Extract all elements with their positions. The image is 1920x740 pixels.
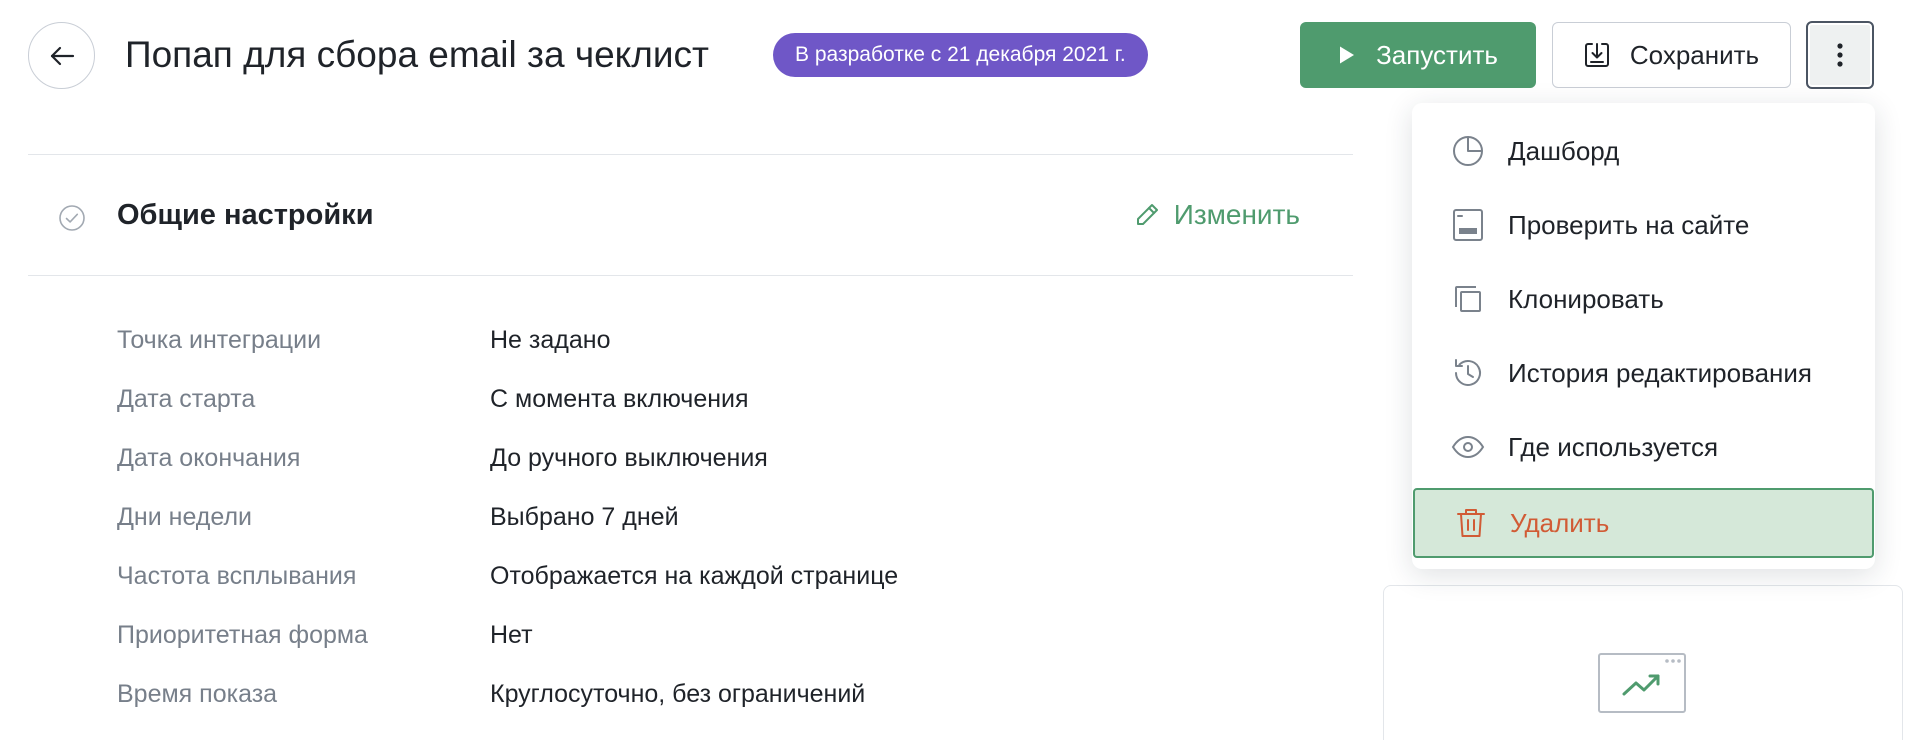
run-button-label: Запустить — [1376, 39, 1498, 70]
menu-item-label: Проверить на сайте — [1508, 209, 1750, 240]
check-circle-icon — [59, 205, 85, 231]
pie-chart-icon — [1451, 134, 1485, 168]
browser-preview-icon — [1451, 208, 1485, 242]
settings-value: Нет — [490, 621, 533, 649]
menu-item-clone[interactable]: Клонировать — [1412, 264, 1875, 334]
menu-item-label: Удалить — [1510, 507, 1610, 538]
menu-item-label: Где используется — [1508, 431, 1719, 462]
back-button[interactable] — [28, 22, 95, 89]
arrow-left-icon — [50, 46, 74, 65]
settings-value: Круглосуточно, без ограничений — [490, 680, 866, 708]
history-icon — [1451, 356, 1485, 390]
actions-dropdown-menu: Дашборд Проверить на сайте Клонировать Исто… — [1412, 103, 1875, 569]
menu-item-edit-history[interactable]: История редактирования — [1412, 338, 1875, 408]
settings-value: До ручного выключения — [490, 444, 768, 472]
edit-settings-label: Изменить — [1173, 199, 1300, 230]
settings-row: Дата старта С момента включения — [117, 381, 898, 440]
trend-chart-icon — [1598, 653, 1686, 713]
menu-item-label: История редактирования — [1508, 357, 1812, 388]
menu-item-check-on-site[interactable]: Проверить на сайте — [1412, 190, 1875, 260]
settings-row: Частота всплывания Отображается на каждо… — [117, 558, 898, 617]
menu-item-delete[interactable]: Удалить — [1413, 488, 1874, 558]
more-vertical-icon — [1837, 43, 1843, 67]
settings-value: Выбрано 7 дней — [490, 503, 679, 531]
settings-label: Дата окончания — [117, 444, 301, 472]
settings-row: Точка интеграции Не задано — [117, 322, 898, 381]
settings-row: Приоритетная форма Нет — [117, 617, 898, 676]
settings-value: С момента включения — [490, 385, 749, 413]
settings-label: Частота всплывания — [117, 562, 357, 590]
settings-row: Дата окончания До ручного выключения — [117, 440, 898, 499]
settings-value: Не задано — [490, 326, 611, 354]
run-button[interactable]: Запустить — [1300, 22, 1536, 88]
menu-item-label: Клонировать — [1508, 283, 1664, 314]
copy-icon — [1451, 282, 1485, 316]
page-title: Попап для сбора email за чеклист — [125, 34, 709, 75]
play-icon — [1340, 46, 1355, 64]
settings-list: Точка интеграции Не задано Дата старта С… — [117, 322, 898, 735]
settings-row: Время показа Круглосуточно, без ограниче… — [117, 676, 898, 735]
settings-label: Точка интеграции — [117, 326, 322, 354]
trash-icon — [1454, 506, 1488, 540]
divider-section — [28, 275, 1353, 276]
statistics-preview-card — [1383, 585, 1903, 740]
settings-label: Дата старта — [117, 385, 256, 413]
settings-label: Приоритетная форма — [117, 621, 368, 649]
eye-icon — [1451, 430, 1485, 464]
pencil-icon — [1136, 204, 1158, 225]
settings-row: Дни недели Выбрано 7 дней — [117, 499, 898, 558]
status-badge: В разработке с 21 декабря 2021 г. — [773, 33, 1148, 77]
settings-label: Время показа — [117, 680, 278, 708]
section-title: Общие настройки — [117, 199, 374, 231]
divider-top — [28, 154, 1353, 155]
menu-item-dashboard[interactable]: Дашборд — [1412, 116, 1875, 186]
save-button-label: Сохранить — [1629, 39, 1760, 70]
save-icon — [1584, 43, 1609, 67]
save-button[interactable]: Сохранить — [1552, 22, 1791, 88]
settings-label: Дни недели — [117, 503, 253, 531]
more-actions-button[interactable] — [1806, 21, 1874, 89]
menu-item-where-used[interactable]: Где используется — [1412, 412, 1875, 482]
edit-settings-link[interactable]: Изменить — [1134, 199, 1300, 231]
settings-value: Отображается на каждой странице — [490, 562, 899, 590]
menu-item-label: Дашборд — [1508, 135, 1620, 166]
